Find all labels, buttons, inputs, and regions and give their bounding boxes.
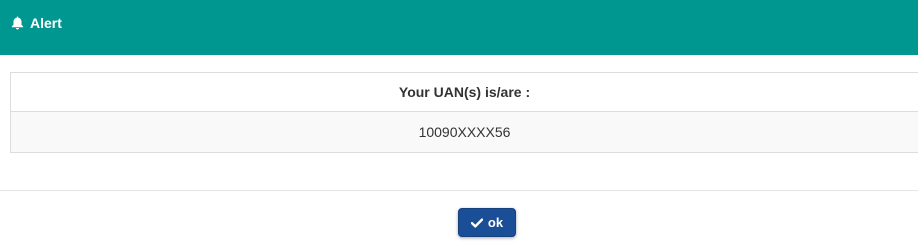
table-header-row: Your UAN(s) is/are : xyxy=(10,72,918,112)
footer-divider xyxy=(0,190,918,191)
table-row: 10090XXXX56 xyxy=(10,111,918,153)
uan-table: Your UAN(s) is/are : 10090XXXX56 xyxy=(10,72,918,153)
bell-icon xyxy=(11,16,24,30)
alert-dialog: Alert Your UAN(s) is/are : 10090XXXX56 o… xyxy=(0,0,918,247)
dialog-title: Alert xyxy=(11,14,62,32)
uan-column-header: Your UAN(s) is/are : xyxy=(10,72,918,112)
dialog-title-text: Alert xyxy=(30,15,62,31)
dialog-header: Alert xyxy=(0,0,918,55)
check-icon xyxy=(470,217,483,228)
uan-value: 10090XXXX56 xyxy=(10,111,918,153)
ok-button-label: ok xyxy=(487,215,504,230)
ok-button[interactable]: ok xyxy=(458,208,516,237)
